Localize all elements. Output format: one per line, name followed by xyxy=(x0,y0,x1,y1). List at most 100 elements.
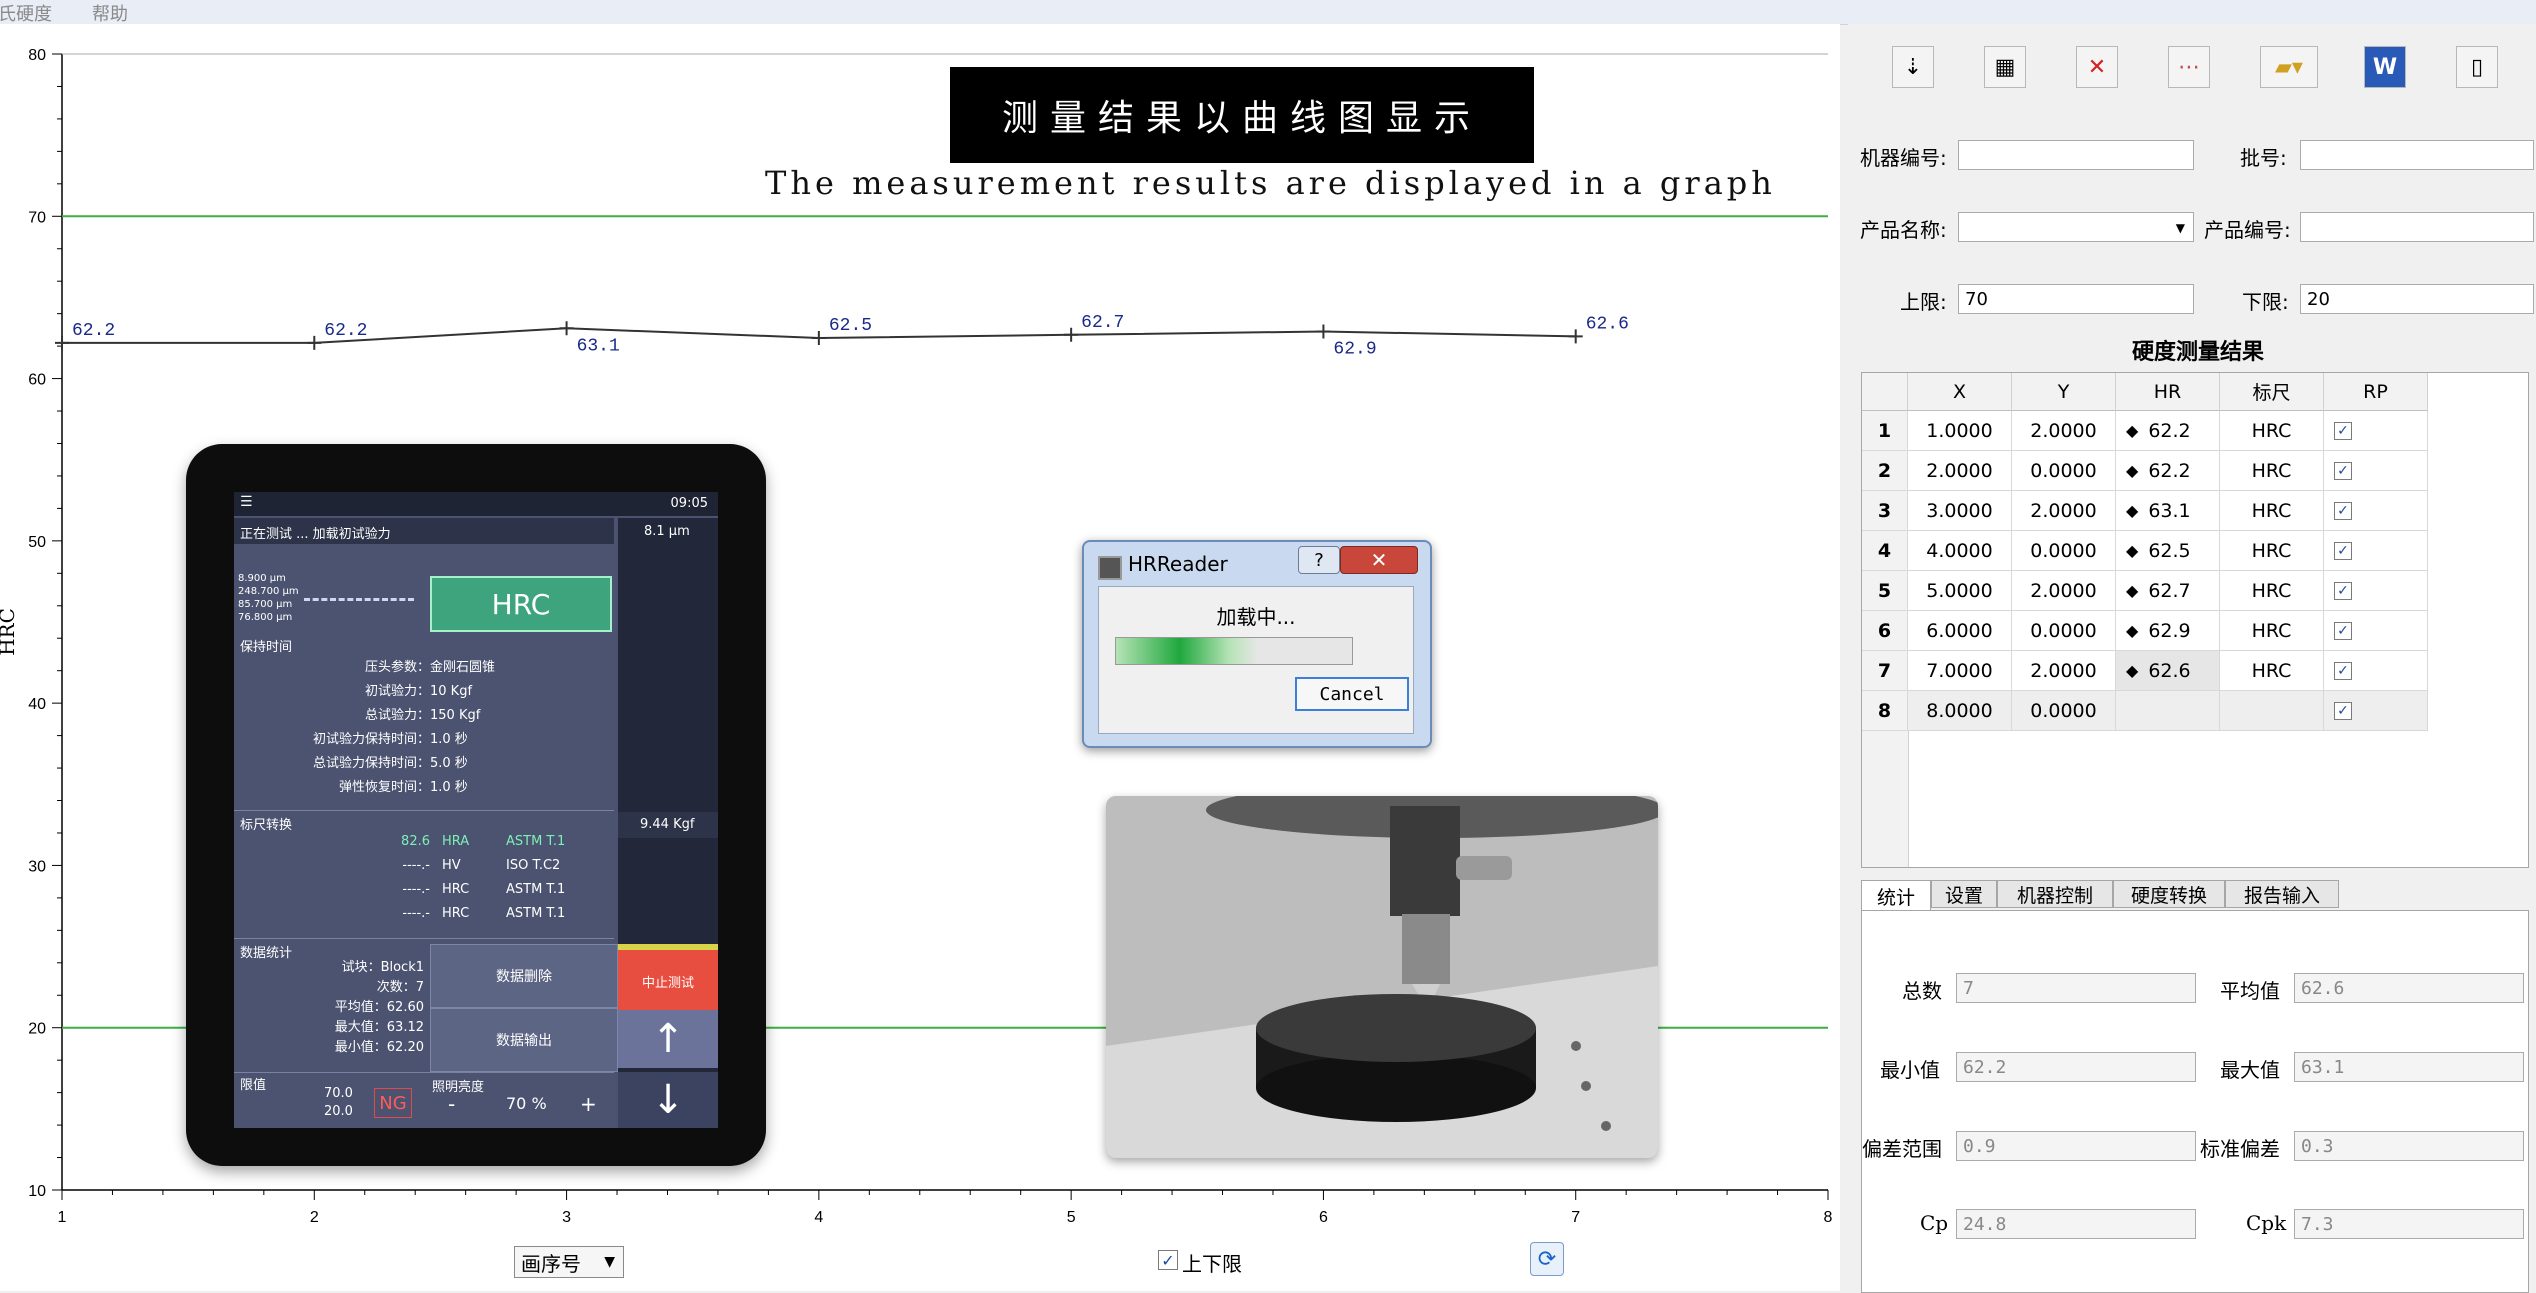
rp-checkbox[interactable]: ✓ xyxy=(2334,661,2352,680)
data-point xyxy=(307,335,322,350)
cell-hr[interactable]: 62.9 xyxy=(2116,611,2220,651)
close-button[interactable]: ✕ xyxy=(1340,546,1418,574)
tablet-force-box: 9.44 Kgf xyxy=(618,812,718,838)
tab-hardness-convert[interactable]: 硬度转换 xyxy=(2113,880,2225,908)
cell-scale[interactable]: HRC xyxy=(2220,571,2324,611)
table-header[interactable]: 标尺 xyxy=(2220,373,2324,411)
machine-no-field[interactable] xyxy=(1958,140,2194,170)
cell-hr[interactable]: 62.5 xyxy=(2116,531,2220,571)
delete-icon[interactable]: ✕ xyxy=(2076,46,2118,88)
rp-checkbox[interactable]: ✓ xyxy=(2334,461,2352,480)
limits-checkbox[interactable]: ✓ xyxy=(1158,1250,1178,1270)
cell-x[interactable]: 8.0000 xyxy=(1908,691,2012,731)
x-axis-combo[interactable]: 画序号 ▼ xyxy=(514,1246,624,1278)
cell-scale[interactable] xyxy=(2220,691,2324,731)
menu-item-hardness[interactable]: 里氏硬度 xyxy=(0,0,52,26)
tablet-hrc-box: HRC xyxy=(430,576,612,632)
bright-minus-button[interactable]: - xyxy=(448,1092,455,1116)
conv-standard: ASTM T.1 xyxy=(506,834,566,849)
row-number[interactable]: 2 xyxy=(1862,451,1908,491)
cell-x[interactable]: 4.0000 xyxy=(1908,531,2012,571)
rp-checkbox[interactable]: ✓ xyxy=(2334,621,2352,640)
table-header[interactable]: X xyxy=(1908,373,2012,411)
word-icon[interactable]: W xyxy=(2364,46,2406,88)
tablet-time: 09:05 xyxy=(670,496,708,511)
tab-machine-control[interactable]: 机器控制 xyxy=(1997,880,2113,908)
cell-hr[interactable]: 62.2 xyxy=(2116,411,2220,451)
cell-hr[interactable]: 62.7 xyxy=(2116,571,2220,611)
rp-checkbox[interactable]: ✓ xyxy=(2334,541,2352,560)
cell-scale[interactable]: HRC xyxy=(2220,611,2324,651)
tablet-stat: 次数：7 xyxy=(376,980,424,995)
arrow-down-button[interactable]: ↓ xyxy=(618,1072,718,1128)
open-folder-icon[interactable]: ▰▾ xyxy=(2260,46,2318,88)
row-number[interactable]: 6 xyxy=(1862,611,1908,651)
refresh-button[interactable]: ⟳ xyxy=(1530,1242,1564,1276)
help-button[interactable]: ? xyxy=(1298,546,1340,574)
tab-report-input[interactable]: 报告输入 xyxy=(2225,880,2339,908)
y-axis-label: HRC xyxy=(0,608,19,656)
row-number[interactable]: 4 xyxy=(1862,531,1908,571)
cell-scale[interactable]: HRC xyxy=(2220,651,2324,691)
product-no-field[interactable] xyxy=(2300,212,2534,242)
cell-y[interactable]: 0.0000 xyxy=(2012,531,2116,571)
tablet-export-button[interactable]: 数据输出 xyxy=(430,1008,618,1072)
cell-hr[interactable]: 62.2 xyxy=(2116,451,2220,491)
cell-x[interactable]: 5.0000 xyxy=(1908,571,2012,611)
data-label: 62.2 xyxy=(324,321,367,341)
param-value: 5.0 秒 xyxy=(430,756,468,771)
rp-checkbox[interactable]: ✓ xyxy=(2334,421,2352,440)
cell-scale[interactable]: HRC xyxy=(2220,411,2324,451)
rp-checkbox[interactable]: ✓ xyxy=(2334,501,2352,520)
cell-x[interactable]: 6.0000 xyxy=(1908,611,2012,651)
rp-checkbox[interactable]: ✓ xyxy=(2334,701,2352,720)
cell-x[interactable]: 1.0000 xyxy=(1908,411,2012,451)
cell-x[interactable]: 7.0000 xyxy=(1908,651,2012,691)
table-header[interactable]: HR xyxy=(2116,373,2220,411)
tablet-stop-button[interactable]: 中止测试 xyxy=(618,944,718,1012)
batch-no-field[interactable] xyxy=(2300,140,2534,170)
cell-hr[interactable] xyxy=(2116,691,2220,731)
rp-checkbox[interactable]: ✓ xyxy=(2334,581,2352,600)
chart-icon[interactable]: ⋯ xyxy=(2168,46,2210,88)
new-file-icon[interactable]: ▯ xyxy=(2456,46,2498,88)
cell-scale[interactable]: HRC xyxy=(2220,531,2324,571)
row-number[interactable]: 5 xyxy=(1862,571,1908,611)
cell-y[interactable]: 0.0000 xyxy=(2012,451,2116,491)
row-number[interactable]: 3 xyxy=(1862,491,1908,531)
bright-plus-button[interactable]: + xyxy=(580,1092,597,1116)
divider xyxy=(234,938,614,939)
row-number[interactable]: 7 xyxy=(1862,651,1908,691)
conv-value: 82.6 xyxy=(401,834,430,849)
cell-hr[interactable]: 62.6 xyxy=(2116,651,2220,691)
upper-limit-field[interactable]: 70 xyxy=(1958,284,2194,314)
cell-x[interactable]: 2.0000 xyxy=(1908,451,2012,491)
cell-y[interactable]: 2.0000 xyxy=(2012,651,2116,691)
cell-y[interactable]: 0.0000 xyxy=(2012,611,2116,651)
product-name-combo[interactable]: ▼ xyxy=(1958,212,2194,242)
lower-limit-field[interactable]: 20 xyxy=(2300,284,2534,314)
tab-settings[interactable]: 设置 xyxy=(1931,880,1997,908)
row-number[interactable]: 8 xyxy=(1862,691,1908,731)
cell-scale[interactable]: HRC xyxy=(2220,451,2324,491)
probe-icon[interactable]: ⇣ xyxy=(1892,46,1934,88)
data-point xyxy=(1064,327,1079,342)
arrow-up-button[interactable]: ↑ xyxy=(618,1010,718,1068)
cell-y[interactable]: 2.0000 xyxy=(2012,491,2116,531)
cancel-button[interactable]: Cancel xyxy=(1295,677,1409,711)
menu-item-help[interactable]: 帮助 xyxy=(92,0,128,26)
avg-label: 平均值 xyxy=(2220,979,2280,1003)
table-header[interactable]: RP xyxy=(2324,373,2428,411)
grid-icon[interactable]: ▦ xyxy=(1984,46,2026,88)
cell-scale[interactable]: HRC xyxy=(2220,491,2324,531)
std-label: 标准偏差 xyxy=(2200,1137,2280,1161)
cell-y[interactable]: 0.0000 xyxy=(2012,691,2116,731)
tab-stats[interactable]: 统计 xyxy=(1861,880,1931,912)
cell-x[interactable]: 3.0000 xyxy=(1908,491,2012,531)
cell-hr[interactable]: 63.1 xyxy=(2116,491,2220,531)
tablet-delete-button[interactable]: 数据删除 xyxy=(430,944,618,1008)
cell-y[interactable]: 2.0000 xyxy=(2012,411,2116,451)
cell-y[interactable]: 2.0000 xyxy=(2012,571,2116,611)
table-header[interactable]: Y xyxy=(2012,373,2116,411)
row-number[interactable]: 1 xyxy=(1862,411,1908,451)
